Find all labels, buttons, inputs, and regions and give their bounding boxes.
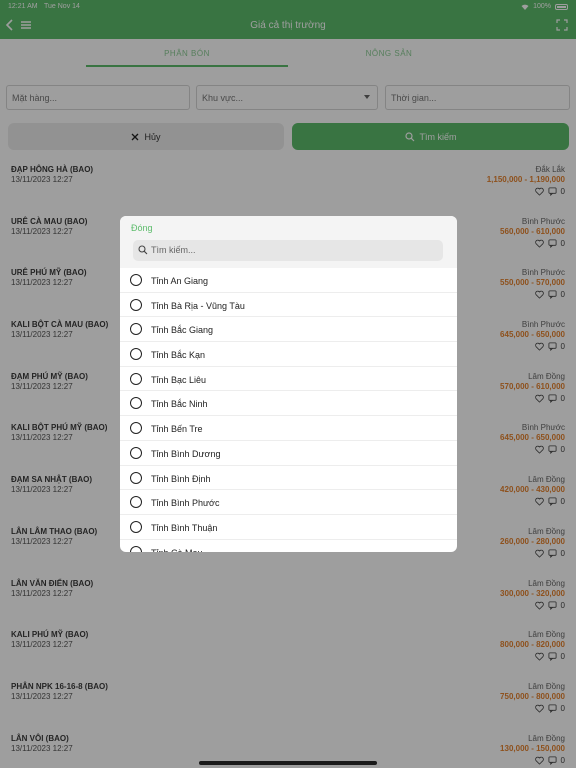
province-option[interactable]: Tỉnh Bắc Giang <box>120 317 457 343</box>
radio-button[interactable] <box>130 323 142 336</box>
province-label: Tỉnh An Giang <box>151 276 209 286</box>
province-option[interactable]: Tỉnh Cà Mau <box>120 540 457 552</box>
modal-search-placeholder: Tìm kiếm... <box>151 245 196 255</box>
province-option[interactable]: Tỉnh Bình Dương <box>120 441 457 466</box>
radio-button[interactable] <box>130 446 142 459</box>
radio-button[interactable] <box>130 545 142 552</box>
radio-button[interactable] <box>130 348 142 361</box>
province-option[interactable]: Tỉnh Bắc Kạn <box>120 342 457 367</box>
province-option[interactable]: Tỉnh Bình Phước <box>120 490 457 515</box>
province-label: Tỉnh Bắc Ninh <box>151 399 208 410</box>
province-label: Tỉnh Bạc Liêu <box>151 374 207 385</box>
radio-button[interactable] <box>130 496 142 509</box>
province-option[interactable]: Tỉnh Bình Định <box>120 466 457 491</box>
province-option[interactable]: Tỉnh Bến Tre <box>120 416 457 441</box>
province-label: Tỉnh Bình Phước <box>151 498 220 509</box>
radio-button[interactable] <box>130 274 142 286</box>
province-option[interactable]: Tỉnh An Giang <box>120 268 457 293</box>
home-indicator <box>199 761 377 765</box>
modal-search-input[interactable]: Tìm kiếm... <box>133 240 443 261</box>
province-label: Tỉnh Bình Thuận <box>151 522 218 533</box>
modal-header: Đóng Tìm kiếm... <box>120 216 457 268</box>
province-label: Tỉnh Cà Mau <box>151 548 203 552</box>
province-label: Tỉnh Bình Dương <box>151 448 221 459</box>
radio-button[interactable] <box>130 471 142 484</box>
radio-button[interactable] <box>130 520 142 533</box>
region-picker-modal: Đóng Tìm kiếm... Tỉnh An Giang Tỉnh Bà Rị… <box>120 216 457 552</box>
province-list: Tỉnh An Giang Tỉnh Bà Rịa - Vũng Tàu Tỉnh … <box>120 268 457 552</box>
radio-button[interactable] <box>130 397 142 410</box>
close-button[interactable]: Đóng <box>131 223 153 233</box>
province-label: Tỉnh Bắc Kạn <box>151 350 206 361</box>
province-option[interactable]: Tỉnh Bắc Ninh <box>120 391 457 417</box>
radio-button[interactable] <box>130 372 142 385</box>
province-option[interactable]: Tỉnh Bà Rịa - Vũng Tàu <box>120 293 457 318</box>
radio-button[interactable] <box>130 422 142 435</box>
province-option[interactable]: Tỉnh Bạc Liêu <box>120 367 457 392</box>
province-label: Tỉnh Bắc Giang <box>151 325 214 336</box>
province-label: Tỉnh Bà Rịa - Vũng Tàu <box>151 300 245 311</box>
search-icon <box>138 245 148 255</box>
province-label: Tỉnh Bến Tre <box>151 424 203 435</box>
radio-button[interactable] <box>130 298 142 311</box>
province-label: Tỉnh Bình Định <box>151 473 211 484</box>
province-option[interactable]: Tỉnh Bình Thuận <box>120 515 457 540</box>
